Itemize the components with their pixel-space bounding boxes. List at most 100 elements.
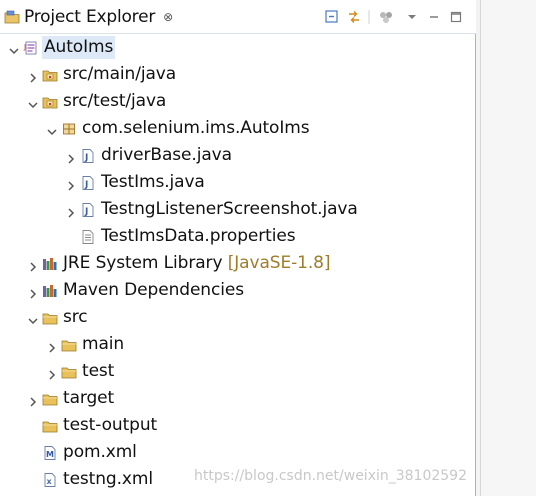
tree-item-text: target	[63, 388, 115, 408]
tree-item[interactable]: test-output	[0, 412, 476, 439]
svg-text:x: x	[47, 477, 53, 486]
editor-area-inner	[480, 0, 536, 496]
folder-icon	[42, 418, 58, 434]
java-file-icon: J	[80, 148, 96, 164]
tree-item[interactable]: TestImsData.properties	[0, 223, 476, 250]
tree-item[interactable]: com.selenium.ims.AutoIms	[0, 115, 476, 142]
java-file-icon: J	[80, 175, 96, 191]
chevron-down-icon[interactable]	[27, 312, 39, 325]
tree-item-text: test-output	[63, 415, 158, 435]
tree-item-label: TestngListenerScreenshot.java	[99, 198, 360, 221]
tree-item[interactable]: Maven Dependencies	[0, 277, 476, 304]
source-folder-icon	[42, 94, 58, 110]
chevron-right-icon[interactable]	[46, 366, 58, 380]
tree-item-label: src/main/java	[61, 63, 178, 86]
chevron-right-icon[interactable]	[27, 69, 39, 83]
tree-item-label: AutoIms	[42, 36, 116, 59]
project-explorer-tab[interactable]: Project Explorer ⊗	[0, 0, 181, 34]
maximize-icon[interactable]	[446, 7, 466, 27]
source-folder-icon	[42, 67, 58, 83]
chevron-right-icon[interactable]	[27, 285, 39, 299]
tree-item-text: TestngListenerScreenshot.java	[101, 199, 358, 219]
tree-item-label: src	[61, 306, 90, 329]
chevron-right-icon[interactable]	[65, 177, 77, 191]
maven-project-icon: J	[23, 40, 39, 56]
library-icon	[42, 283, 58, 299]
svg-text:M: M	[46, 450, 54, 459]
link-with-editor-icon[interactable]	[344, 7, 364, 27]
tree-item[interactable]: J AutoIms	[0, 34, 476, 61]
collapse-all-icon[interactable]	[322, 7, 342, 27]
folder-icon	[42, 391, 58, 407]
tree-item-label: TestImsData.properties	[99, 225, 297, 248]
focus-on-task-icon[interactable]	[376, 7, 396, 27]
tree-item-text: testng.xml	[63, 469, 153, 489]
svg-text:J: J	[84, 153, 88, 163]
tree-item[interactable]: J TestIms.java	[0, 169, 476, 196]
tree-item-text: driverBase.java	[101, 145, 232, 165]
tree-item[interactable]: test	[0, 358, 476, 385]
chevron-down-icon[interactable]	[46, 123, 58, 136]
tree-item-label: testng.xml	[61, 468, 155, 491]
chevron-down-icon[interactable]	[27, 96, 39, 109]
close-icon[interactable]: ⊗	[163, 10, 173, 24]
tree-item-label: src/test/java	[61, 90, 168, 113]
tree-item-label: target	[61, 387, 116, 410]
chevron-right-icon[interactable]	[65, 204, 77, 218]
chevron-right-icon[interactable]	[46, 339, 58, 353]
tree-item-text: TestIms.java	[101, 172, 205, 192]
watermark: https://blog.csdn.net/weixin_38102592	[193, 468, 467, 484]
tree-item-label: driverBase.java	[99, 144, 234, 167]
chevron-right-icon[interactable]	[65, 150, 77, 164]
project-explorer-panel: Project Explorer ⊗ J AutoIms src/main/ja…	[0, 0, 476, 496]
view-toolbar	[322, 7, 472, 27]
library-icon	[42, 256, 58, 272]
tree-item-text: src	[63, 307, 88, 327]
tree-item-label: main	[80, 333, 126, 356]
xml-file-icon: x	[42, 472, 58, 488]
toolbar-separator	[366, 7, 372, 27]
tree-item-label: Maven Dependencies	[61, 279, 246, 302]
tree-item-text: JRE System Library	[63, 253, 223, 273]
tree-item[interactable]: main	[0, 331, 476, 358]
tree-item-text: TestImsData.properties	[101, 226, 296, 246]
tree-item[interactable]: src	[0, 304, 476, 331]
folder-icon	[42, 310, 58, 326]
tree-item[interactable]: Mpom.xml	[0, 439, 476, 466]
pom-file-icon: M	[42, 445, 58, 461]
tree-item-text: test	[82, 361, 115, 381]
tree-item-text: src/test/java	[63, 91, 167, 111]
tree-item[interactable]: JRE System Library [JavaSE-1.8]	[0, 250, 476, 277]
tree-item-label: pom.xml	[61, 441, 139, 464]
package-icon	[61, 121, 77, 137]
java-file-icon: J	[80, 202, 96, 218]
tree-item-text: src/main/java	[63, 64, 177, 84]
project-explorer-icon	[4, 9, 20, 25]
properties-file-icon	[80, 229, 96, 245]
tree-item-label: TestIms.java	[99, 171, 207, 194]
tree-item[interactable]: JdriverBase.java	[0, 142, 476, 169]
tree-item-text: main	[82, 334, 125, 354]
tree-item-label: test-output	[61, 414, 159, 437]
tree-item-label: JRE System Library [JavaSE-1.8]	[61, 252, 332, 275]
chevron-down-icon[interactable]	[8, 42, 20, 55]
tab-title: Project Explorer	[24, 7, 156, 27]
tree-item-text: pom.xml	[63, 442, 137, 462]
folder-icon	[61, 337, 77, 353]
view-tab-bar: Project Explorer ⊗	[0, 0, 476, 34]
minimize-icon[interactable]	[424, 7, 444, 27]
chevron-right-icon[interactable]	[27, 258, 39, 272]
tree-item-label: test	[80, 360, 116, 383]
tree-item[interactable]: src/main/java	[0, 61, 476, 88]
tree-item-decoration: [JavaSE-1.8]	[222, 253, 331, 273]
tree-item-text: AutoIms	[44, 37, 114, 57]
tree-item-label: com.selenium.ims.AutoIms	[80, 117, 312, 140]
tree-item[interactable]: target	[0, 385, 476, 412]
tree-item[interactable]: src/test/java	[0, 88, 476, 115]
view-menu-icon[interactable]	[402, 7, 422, 27]
svg-text:J: J	[84, 180, 88, 190]
tree-item[interactable]: J TestngListenerScreenshot.java	[0, 196, 476, 223]
svg-text:J: J	[23, 43, 26, 51]
chevron-right-icon[interactable]	[27, 393, 39, 407]
folder-icon	[61, 364, 77, 380]
